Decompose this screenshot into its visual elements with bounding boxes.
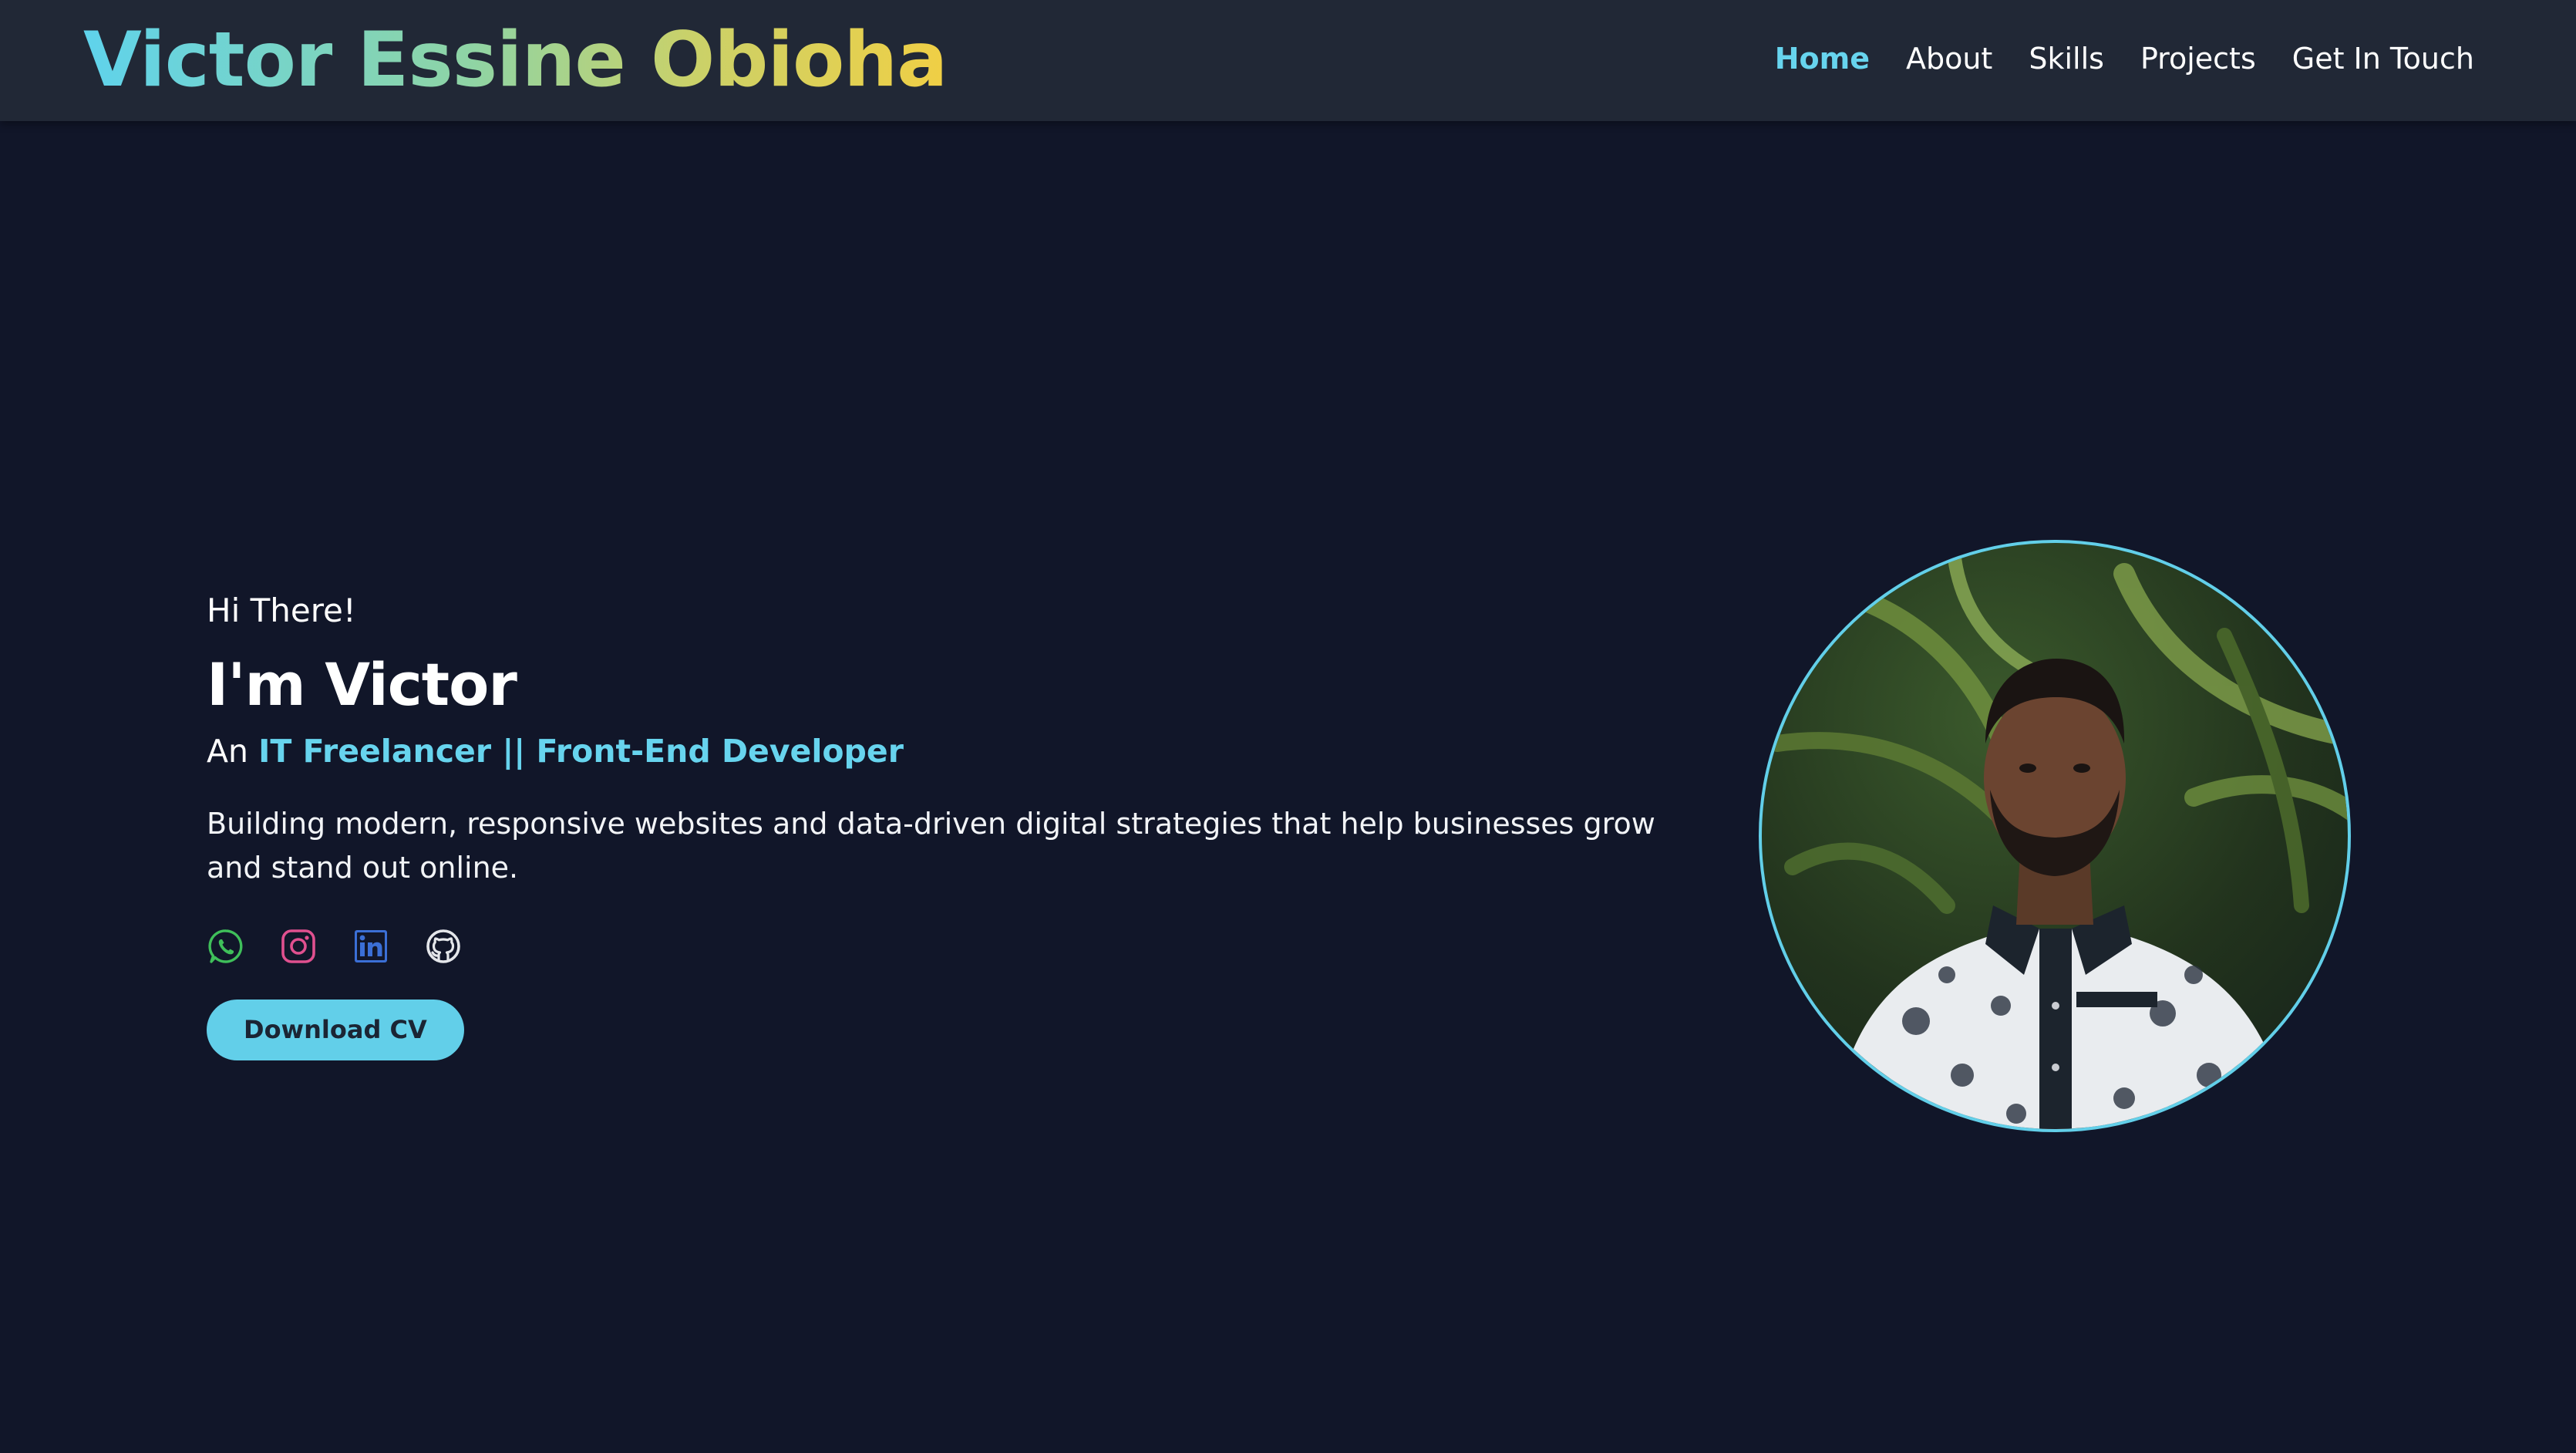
site-logo[interactable]: Victor Essine Obioha xyxy=(83,14,948,106)
nav-projects[interactable]: Projects xyxy=(2140,37,2256,80)
site-header: Victor Essine Obioha Home About Skills P… xyxy=(0,0,2576,121)
nav-skills[interactable]: Skills xyxy=(2029,37,2104,80)
hero-greeting: Hi There! xyxy=(207,592,356,629)
role-accent: IT Freelancer || Front-End Developer xyxy=(258,733,904,770)
hero-section: Hi There! I'm Victor An IT Freelancer ||… xyxy=(207,586,1672,1060)
profile-photo-illustration xyxy=(1769,551,2348,1129)
github-icon[interactable] xyxy=(424,927,463,966)
role-prefix: An xyxy=(207,733,249,770)
whatsapp-icon[interactable] xyxy=(207,927,245,966)
hero-name: I'm Victor xyxy=(207,650,517,719)
profile-photo xyxy=(1759,540,2351,1132)
nav-about[interactable]: About xyxy=(1906,37,1992,80)
download-cv-button[interactable]: Download CV xyxy=(207,1000,464,1060)
linkedin-icon[interactable] xyxy=(352,927,390,966)
nav-get-in-touch[interactable]: Get In Touch xyxy=(2292,37,2474,80)
social-links xyxy=(207,927,1672,966)
main-nav: Home About Skills Projects Get In Touch xyxy=(1775,37,2474,80)
hero-role: An IT Freelancer || Front-End Developer xyxy=(207,728,1672,774)
hero-description: Building modern, responsive websites and… xyxy=(207,807,1655,885)
nav-home[interactable]: Home xyxy=(1775,37,1870,80)
instagram-icon[interactable] xyxy=(279,927,318,966)
